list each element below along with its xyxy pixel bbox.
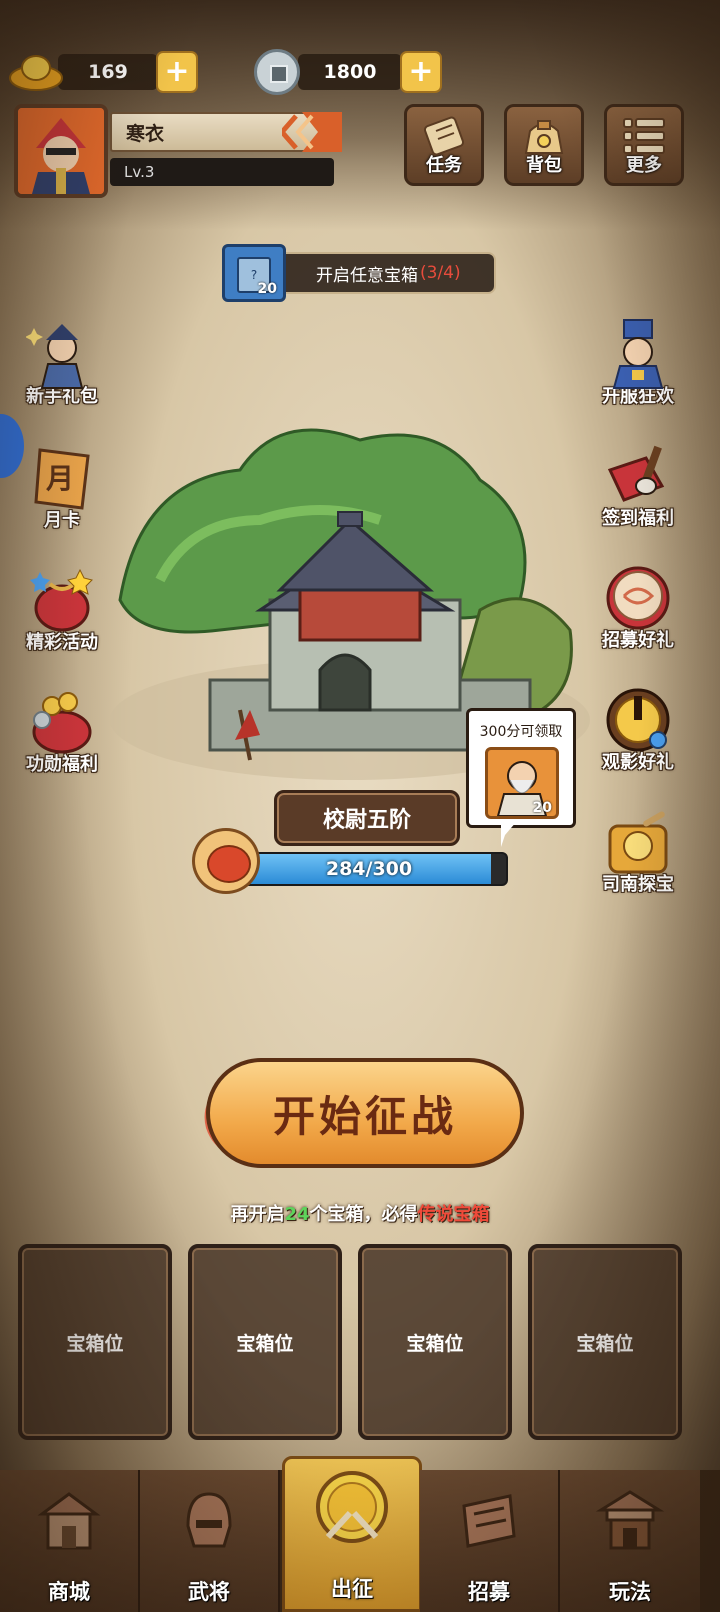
bag-button[interactable]: 背包 <box>504 104 584 186</box>
reward-condition: 300分可领取 <box>479 724 563 740</box>
xp-pouch-icon <box>192 828 260 894</box>
more-button[interactable]: 更多 <box>604 104 684 186</box>
start-battle-label: 开始征战 <box>272 1091 457 1141</box>
start-battle-button[interactable]: 开始征战 <box>186 1058 524 1170</box>
carnival-icon <box>612 319 664 389</box>
tab-shop[interactable]: 商城 <box>0 1470 140 1612</box>
tab-recruit[interactable]: 招募 <box>420 1470 560 1612</box>
start-battle-body: 开始征战 <box>206 1058 524 1168</box>
add-gold-button[interactable]: + <box>156 51 198 93</box>
fortress-xp-bar: 284/300 <box>230 852 508 886</box>
chest-hint: 再开启24个宝箱，必得传说宝箱 <box>0 1200 720 1226</box>
task-chest-icon: ? 20 <box>222 244 286 302</box>
milestone-reward-bubble[interactable]: 300分可领取 20 <box>466 708 576 847</box>
player-name: 寒衣 <box>126 122 165 145</box>
task-description: 开启任意宝箱 <box>316 265 418 286</box>
task-button[interactable]: 任务 <box>404 104 484 186</box>
hint-middle: 个宝箱，必得 <box>309 1204 418 1225</box>
tab-battle[interactable]: 出征 <box>282 1456 422 1612</box>
fortress-rank: 校尉五阶 <box>274 790 460 846</box>
hint-highlight: 传说宝箱 <box>417 1204 490 1225</box>
recruit-gift-button[interactable]: 招募好礼 <box>588 562 688 652</box>
hint-prefix: 再开启 <box>230 1204 285 1225</box>
compass-icon <box>608 811 668 874</box>
player-avatar[interactable] <box>14 104 108 198</box>
hero-portrait-icon <box>18 108 104 194</box>
silver-currency: 1800 + <box>254 49 442 95</box>
newbie-gift-button[interactable]: 新手礼包 <box>12 318 112 408</box>
battle-icon <box>316 1471 388 1543</box>
bag-icon <box>524 120 564 154</box>
task-banner[interactable]: ? 20 开启任意宝箱 (3/4) <box>222 244 496 302</box>
hero-gift-icon <box>26 324 84 389</box>
gold-amount: 169 <box>58 54 158 90</box>
recruit-icon <box>462 1494 516 1548</box>
film-icon <box>606 688 670 752</box>
signin-welfare-button[interactable]: 签到福利 <box>588 440 688 530</box>
chest-slot[interactable]: 宝箱位 <box>18 1244 172 1440</box>
task-text: 开启任意宝箱 (3/4) <box>286 252 496 294</box>
task-reward-count: 20 <box>257 281 277 297</box>
menu-icon <box>623 118 665 154</box>
drum-icon <box>606 566 670 630</box>
tab-recruit-label: 招募 <box>468 1580 510 1604</box>
tab-battle-label: 出征 <box>331 1577 373 1601</box>
watch-video-gift-button[interactable]: 观影好礼 <box>588 684 688 774</box>
hint-number: 24 <box>284 1204 310 1225</box>
add-silver-button[interactable]: + <box>400 51 442 93</box>
gold-currency: 169 + <box>8 51 198 93</box>
bottom-nav: 商城 武将 出征 招募 玩法 <box>0 1456 720 1612</box>
silver-coin-icon <box>254 49 300 95</box>
server-carnival-button[interactable]: 开服狂欢 <box>588 318 688 408</box>
events-button[interactable]: 精彩活动 <box>12 564 112 654</box>
reward-count: 20 <box>532 800 552 816</box>
tab-gameplay[interactable]: 玩法 <box>560 1470 700 1612</box>
tab-shop-label: 商城 <box>48 1580 90 1604</box>
tab-generals-label: 武将 <box>188 1580 230 1604</box>
merit-welfare-button[interactable]: 功勋福利 <box>12 686 112 776</box>
merit-bag-icon <box>32 692 92 754</box>
shop-icon <box>37 1492 101 1550</box>
xp-text: 284/300 <box>325 858 413 880</box>
general-icon <box>186 1492 232 1548</box>
tab-gameplay-label: 玩法 <box>609 1580 651 1604</box>
scroll-icon <box>423 116 465 156</box>
chevron-left-icon <box>282 112 342 152</box>
chest-slot[interactable]: 宝箱位 <box>358 1244 512 1440</box>
svg-text:月: 月 <box>45 462 74 495</box>
sage-portrait-icon: 20 <box>485 747 559 819</box>
player-level: Lv.3 <box>110 158 334 186</box>
compass-treasure-button[interactable]: 司南探宝 <box>588 806 688 896</box>
player-name-plate: 寒衣 <box>110 112 342 152</box>
chest-slot[interactable]: 宝箱位 <box>528 1244 682 1440</box>
event-bag-icon <box>30 568 93 632</box>
gold-ingot-icon <box>8 52 64 92</box>
chest-slot[interactable]: 宝箱位 <box>188 1244 342 1440</box>
signin-icon <box>607 445 665 502</box>
month-card-icon: 月 <box>34 448 90 510</box>
gameplay-icon <box>595 1490 665 1550</box>
month-card-button[interactable]: 月 月卡 <box>12 442 112 532</box>
tab-generals[interactable]: 武将 <box>140 1470 280 1612</box>
task-progress: (3/4) <box>420 263 461 283</box>
silver-amount: 1800 <box>298 54 402 90</box>
